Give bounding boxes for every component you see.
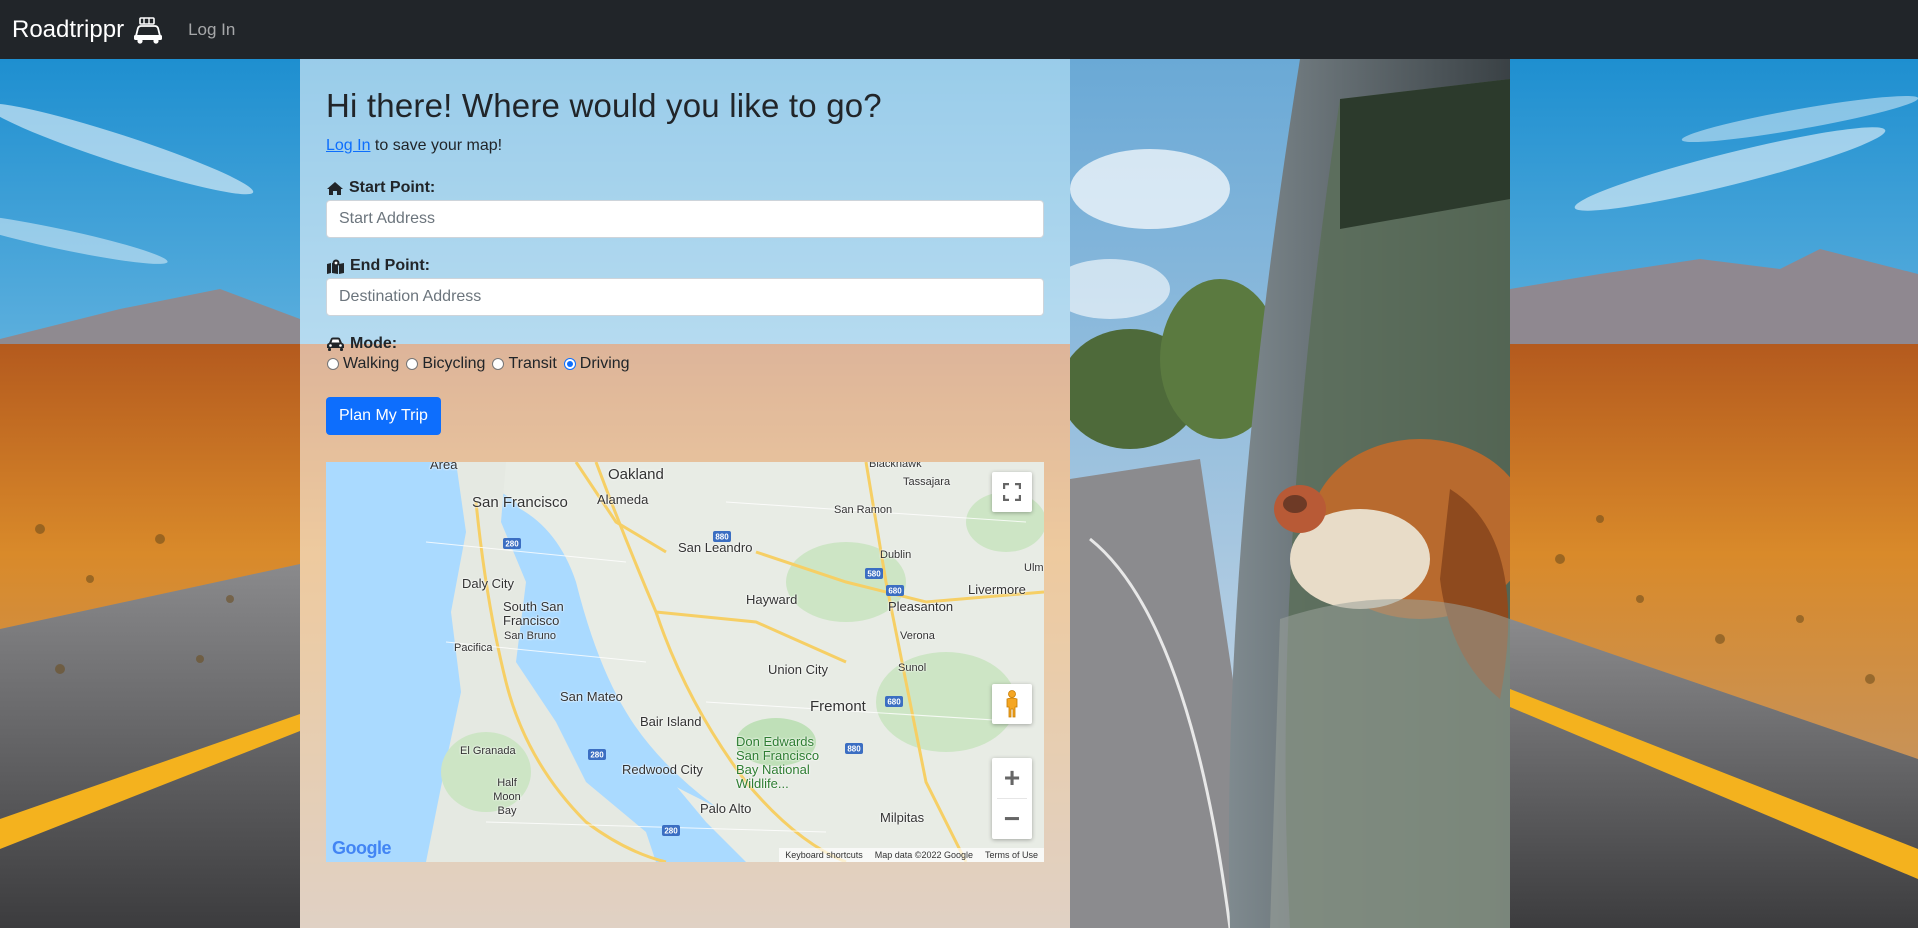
login-prompt-text: to save your map! <box>370 137 503 154</box>
trip-form: Hi there! Where would you like to go? Lo… <box>326 59 1044 435</box>
map-label: Pleasanton <box>888 599 954 614</box>
mode-transit-radio[interactable] <box>492 358 505 370</box>
end-point-label: End Point: <box>326 257 1044 275</box>
street-view-button[interactable] <box>992 684 1032 724</box>
map-label: Livermore <box>968 582 1026 597</box>
map-label: Hayward <box>746 592 798 607</box>
home-icon <box>327 181 343 195</box>
map-label: South San Francisco <box>503 599 564 628</box>
svg-text:280: 280 <box>590 751 604 760</box>
mode-driving[interactable]: Driving <box>563 355 630 373</box>
map-label: San Mateo <box>560 689 623 704</box>
map-label: Pacifica <box>454 642 493 654</box>
mode-driving-radio[interactable] <box>563 358 576 370</box>
map-label: Sunol <box>898 662 927 674</box>
map-label: Alameda <box>597 492 649 507</box>
terms-of-use-link[interactable]: Terms of Use <box>985 850 1038 860</box>
mode-walking-label: Walking <box>343 355 400 372</box>
map-label: Fremont <box>810 698 866 715</box>
map-label: Ulm <box>1024 562 1044 574</box>
map-label: Union City <box>768 662 828 677</box>
mode-transit-label: Transit <box>508 355 557 372</box>
map-label: San Leandro <box>678 540 753 555</box>
map-label: El Granada <box>460 745 516 757</box>
svg-text:580: 580 <box>867 570 881 579</box>
map-tiles: 280 880 580 680 680 880 280 280 <box>425 462 1044 862</box>
map-label: Verona <box>900 630 935 642</box>
map-label: Tassajara <box>903 476 951 488</box>
zoom-controls: + − <box>992 758 1032 839</box>
destination-address-input[interactable] <box>326 278 1044 316</box>
fullscreen-button[interactable] <box>992 472 1032 512</box>
brand-name: Roadtrippr <box>12 15 125 43</box>
map-label: Dublin <box>880 549 912 561</box>
start-point-label: Start Point: <box>326 179 1044 197</box>
start-point-label-text: Start Point: <box>349 179 436 196</box>
mode-radio-group: Walking Bicycling Transit Driving <box>326 355 1044 373</box>
map-label: Don Edwards San Francisco Bay National W… <box>736 734 820 791</box>
mode-driving-label: Driving <box>579 355 630 372</box>
mode-bicycling-radio[interactable] <box>406 358 419 370</box>
zoom-in-button[interactable]: + <box>992 758 1032 798</box>
login-prompt: Log In to save your map! <box>326 137 1044 155</box>
svg-text:680: 680 <box>887 698 901 707</box>
mode-bicycling-label: Bicycling <box>422 355 486 372</box>
mode-transit[interactable]: Transit <box>491 355 557 373</box>
fullscreen-icon <box>1003 483 1021 501</box>
map-label: Redwood City <box>622 762 703 777</box>
map-data-attribution: Map data ©2022 Google <box>874 850 973 860</box>
nav-login-link[interactable]: Log In <box>188 20 235 40</box>
map-label: Palo Alto <box>700 801 752 816</box>
plan-trip-button[interactable]: Plan My Trip <box>326 397 441 435</box>
map-footer: Keyboard shortcuts Map data ©2022 Google… <box>779 848 1044 862</box>
google-logo[interactable]: Google <box>332 838 392 859</box>
navbar: Roadtrippr Log In <box>0 0 1918 59</box>
keyboard-shortcuts-link[interactable]: Keyboard shortcuts <box>785 850 863 860</box>
mode-walking[interactable]: Walking <box>326 355 399 373</box>
svg-text:280: 280 <box>505 540 519 549</box>
car-luggage-icon <box>134 16 163 44</box>
mode-bicycling[interactable]: Bicycling <box>405 355 485 373</box>
google-logo-text: Google <box>332 838 392 858</box>
map-label: Oakland <box>608 466 664 483</box>
login-prompt-link[interactable]: Log In <box>326 137 370 154</box>
svg-text:880: 880 <box>847 745 861 754</box>
zoom-out-button[interactable]: − <box>992 799 1032 839</box>
street-view-pegman-icon <box>1006 690 1018 718</box>
brand-link[interactable]: Roadtrippr <box>12 16 164 44</box>
dog-photo <box>1070 59 1510 928</box>
map-label: Half Moon Bay <box>493 777 521 817</box>
start-address-input[interactable] <box>326 200 1044 238</box>
page-title: Hi there! Where would you like to go? <box>326 87 882 124</box>
mode-label: Mode: <box>326 335 1044 353</box>
map-label: Daly City <box>462 576 515 591</box>
map-label: Area <box>430 462 458 472</box>
google-map[interactable]: 280 880 580 680 680 880 280 280 Area Oak… <box>326 462 1044 862</box>
map-label: Blackhawk <box>869 462 922 470</box>
svg-text:680: 680 <box>888 587 902 596</box>
map-label: San Francisco <box>472 494 568 511</box>
mode-walking-radio[interactable] <box>327 358 339 370</box>
car-icon <box>327 337 344 351</box>
svg-text:280: 280 <box>664 827 678 836</box>
map-label: Bair Island <box>640 714 702 729</box>
map-label: San Bruno <box>504 630 556 642</box>
end-point-label-text: End Point: <box>350 257 430 274</box>
map-marked-icon <box>327 259 344 274</box>
map-label: Milpitas <box>880 810 925 825</box>
map-label: San Ramon <box>834 504 893 516</box>
mode-label-text: Mode: <box>350 335 398 352</box>
